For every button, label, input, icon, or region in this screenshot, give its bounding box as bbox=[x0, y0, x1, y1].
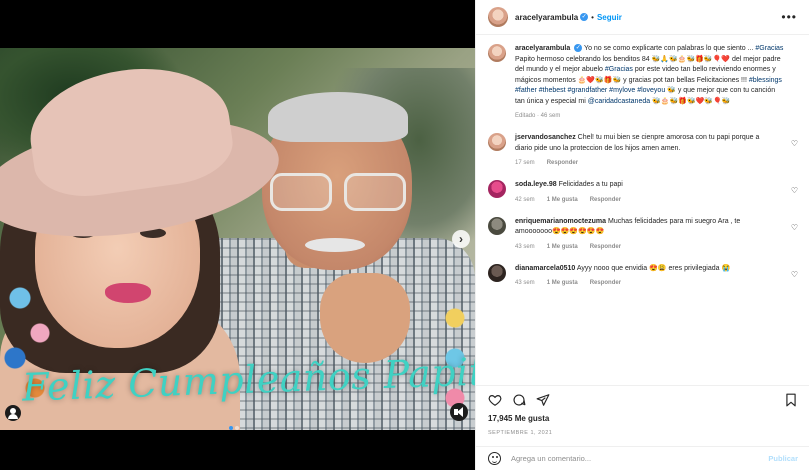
photo-glasses bbox=[270, 173, 410, 213]
comment-likes-count[interactable]: 1 Me gusta bbox=[547, 244, 578, 250]
post-header: aracelyarambula ✓ • Seguir ••• bbox=[476, 0, 809, 35]
comment-like-heart-icon[interactable]: ♡ bbox=[791, 186, 798, 195]
commenter-username[interactable]: enriquemarianomoctezuma bbox=[515, 218, 606, 225]
commenter-username[interactable]: dianamarcela0510 bbox=[515, 265, 575, 272]
comment-time[interactable]: 43 sem bbox=[515, 244, 535, 250]
comment-meta: 17 sem Responder bbox=[515, 160, 770, 166]
publish-button[interactable]: Publicar bbox=[768, 454, 798, 463]
add-comment-input[interactable] bbox=[511, 454, 769, 463]
comment-meta: 43 sem 1 Me gusta Responder bbox=[515, 244, 770, 250]
post-details-panel: aracelyarambula ✓ • Seguir ••• aracelyar… bbox=[475, 0, 809, 470]
commenter-avatar[interactable] bbox=[488, 216, 506, 235]
carousel-dot bbox=[235, 426, 239, 430]
comment-item: soda.leye.98 Felicidades a tu papi 42 se… bbox=[488, 180, 798, 203]
caption-verified-badge-icon: ✓ bbox=[574, 44, 583, 53]
author-username[interactable]: aracelyarambula bbox=[515, 13, 578, 22]
comment-meta: 43 sem 1 Me gusta Responder bbox=[515, 280, 770, 286]
comment-text: enriquemarianomoctezuma Muchas felicidad… bbox=[515, 217, 770, 238]
save-bookmark-icon[interactable] bbox=[784, 393, 798, 407]
caption-mention[interactable]: @caridadcastaneda bbox=[588, 98, 650, 105]
comment-likes-count[interactable]: 1 Me gusta bbox=[547, 280, 578, 286]
comment-item: dianamarcela0510 Ayyy nooo que envidia 😍… bbox=[488, 263, 798, 286]
comment-like-heart-icon[interactable]: ♡ bbox=[791, 223, 798, 232]
comments-list[interactable]: aracelyarambula ✓ Yo no se como explicar… bbox=[476, 36, 809, 380]
comment-time[interactable]: 42 sem bbox=[515, 197, 535, 203]
caption-hashtag-1[interactable]: #Gracias bbox=[755, 45, 783, 52]
commenter-username[interactable]: jservandosanchez bbox=[515, 134, 576, 141]
comment-likes-count[interactable]: 1 Me gusta bbox=[547, 197, 578, 203]
author-avatar[interactable] bbox=[488, 7, 508, 27]
post-date[interactable]: SEPTIEMBRE 1, 2021 bbox=[488, 430, 552, 436]
verified-badge-icon: ✓ bbox=[580, 13, 589, 21]
instagram-post-modal: Feliz Cumpleaños Papito › aracelyarambul… bbox=[0, 0, 809, 470]
glass-left bbox=[270, 173, 332, 211]
comment-icon[interactable] bbox=[512, 393, 526, 407]
likes-count[interactable]: 17,945 Me gusta bbox=[488, 414, 549, 423]
post-photo[interactable]: Feliz Cumpleaños Papito bbox=[0, 48, 475, 430]
carousel-next-button[interactable]: › bbox=[452, 230, 470, 248]
caption-text-1: Yo no se como explicarte con palabras lo… bbox=[584, 45, 756, 52]
audio-mute-icon[interactable] bbox=[450, 403, 468, 421]
post-actions-bar bbox=[476, 385, 809, 413]
comment-item: enriquemarianomoctezuma Muchas felicidad… bbox=[488, 216, 798, 250]
commenter-username[interactable]: soda.leye.98 bbox=[515, 181, 557, 188]
comment-reply-button[interactable]: Responder bbox=[590, 244, 621, 250]
emoji-icon[interactable] bbox=[488, 452, 501, 465]
comment-meta: 42 sem 1 Me gusta Responder bbox=[515, 197, 770, 203]
comment-text: soda.leye.98 Felicidades a tu papi bbox=[515, 180, 770, 191]
photo-man-hair bbox=[268, 92, 408, 142]
caption-hashtag-2[interactable]: #Gracias bbox=[605, 66, 633, 73]
comment-body: Felicidades a tu papi bbox=[558, 181, 623, 188]
comment-like-heart-icon[interactable]: ♡ bbox=[791, 270, 798, 279]
follow-button[interactable]: Seguir bbox=[597, 13, 622, 22]
comment-item: jservandosanchez Chel! tu mui bien se ci… bbox=[488, 133, 798, 166]
more-options-icon[interactable]: ••• bbox=[781, 10, 797, 24]
commenter-avatar[interactable] bbox=[488, 180, 506, 198]
comment-reply-button[interactable]: Responder bbox=[590, 280, 621, 286]
photo-lips bbox=[105, 283, 151, 303]
post-media-panel: Feliz Cumpleaños Papito › bbox=[0, 0, 475, 470]
caption-author-avatar[interactable] bbox=[488, 44, 506, 62]
comment-body: Ayyy nooo que envidia 😍😩 eres privilegia… bbox=[576, 264, 731, 272]
caption-username[interactable]: aracelyarambula bbox=[515, 45, 570, 52]
caption-text-5: 🐝🎂🐝🎁🐝❤️🐝🎈🐝 bbox=[650, 97, 731, 105]
comment-text: jservandosanchez Chel! tu mui bien se ci… bbox=[515, 133, 770, 154]
add-comment-row: Publicar bbox=[476, 446, 809, 470]
commenter-avatar[interactable] bbox=[488, 263, 506, 282]
glass-right bbox=[344, 173, 406, 211]
carousel-indicator bbox=[228, 417, 240, 430]
header-separator: • bbox=[591, 12, 594, 22]
share-icon[interactable] bbox=[536, 393, 550, 407]
comment-reply-button[interactable]: Responder bbox=[547, 160, 578, 166]
comment-time[interactable]: 43 sem bbox=[515, 280, 535, 286]
comment-reply-button[interactable]: Responder bbox=[590, 197, 621, 203]
comment-time[interactable]: 17 sem bbox=[515, 160, 535, 166]
photo-mustache bbox=[305, 238, 365, 252]
carousel-dot-active bbox=[229, 426, 233, 430]
comment-like-heart-icon[interactable]: ♡ bbox=[791, 139, 798, 148]
user-tag-icon[interactable] bbox=[5, 405, 21, 421]
caption-text: aracelyarambula ✓ Yo no se como explicar… bbox=[515, 44, 785, 107]
post-caption: aracelyarambula ✓ Yo no se como explicar… bbox=[488, 44, 798, 119]
photo-man-hand bbox=[320, 273, 410, 363]
like-heart-icon[interactable] bbox=[488, 393, 502, 407]
commenter-avatar[interactable] bbox=[488, 133, 506, 151]
comment-text: dianamarcela0510 Ayyy nooo que envidia 😍… bbox=[515, 264, 770, 275]
caption-meta: Editado · 46 sem bbox=[515, 113, 561, 119]
